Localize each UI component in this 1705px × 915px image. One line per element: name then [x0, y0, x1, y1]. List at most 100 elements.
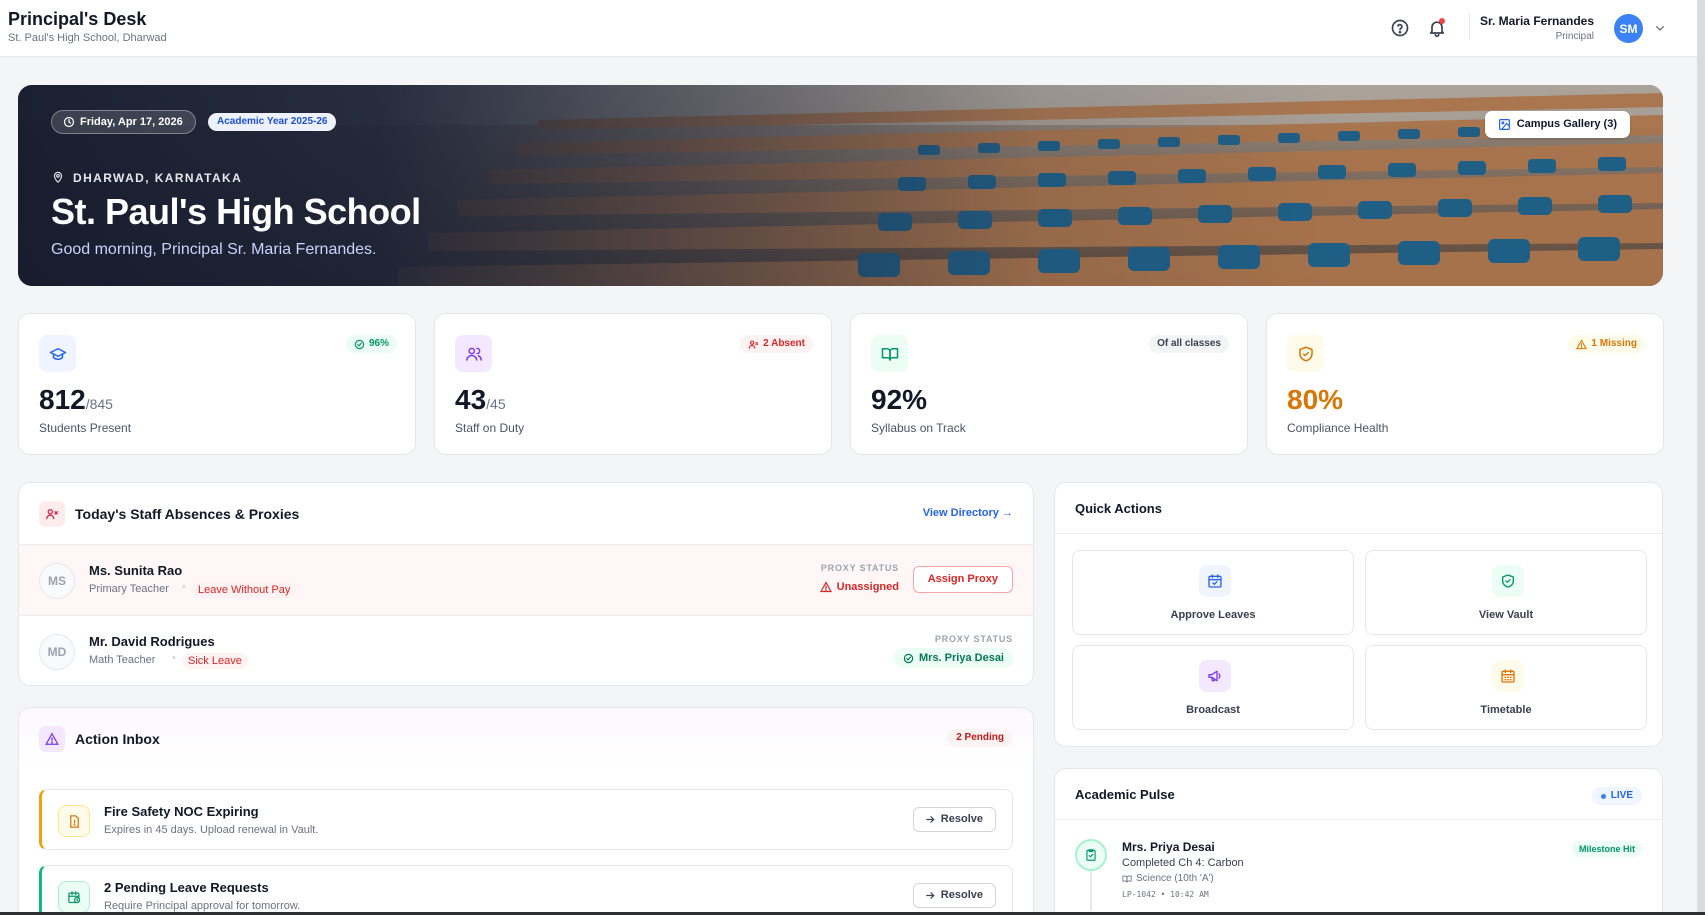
- hero-banner: Friday, Apr 17, 2026 Academic Year 2025-…: [18, 85, 1663, 286]
- kpi-students-present[interactable]: 96% 812/845 Students Present: [18, 313, 416, 455]
- inbox-item-icon-box: [58, 805, 90, 837]
- kpi-compliance-health[interactable]: 1 Missing 80% Compliance Health: [1266, 313, 1664, 455]
- inbox-item-icon-box: [58, 881, 90, 913]
- users-icon: [465, 347, 482, 361]
- clock-icon: [63, 116, 75, 128]
- kpi-label: Students Present: [39, 421, 132, 435]
- staff-name: Ms. Sunita Rao: [89, 563, 183, 578]
- book-open-icon: [1122, 875, 1132, 883]
- milestone-badge: Milestone Hit: [1571, 841, 1642, 857]
- proxy-status: Unassigned: [819, 581, 899, 593]
- kpi-badge-text: Of all classes: [1157, 338, 1221, 349]
- kpi-badge: Of all classes: [1149, 335, 1229, 353]
- arrow-right-icon: [926, 816, 935, 823]
- kpi-badge-text: 96%: [368, 338, 389, 349]
- file-alert-icon: [69, 814, 79, 828]
- leave-type-badge: Leave Without Pay: [192, 582, 297, 598]
- panel-title: Action Inbox: [75, 731, 160, 747]
- quick-action-icon-box: [1492, 660, 1524, 692]
- action-inbox-panel: Action Inbox 2 Pending Fire Safety NOC E…: [18, 707, 1034, 915]
- map-pin-icon: [53, 171, 63, 184]
- school-name: St. Paul's High School: [51, 191, 421, 232]
- chevron-down-icon[interactable]: [1652, 20, 1668, 36]
- app-subtitle: St. Paul's High School, Dharwad: [8, 32, 167, 44]
- pending-count-badge: 2 Pending: [947, 729, 1013, 747]
- academic-pulse-panel: Academic Pulse LIVE Mrs. Priya Desai Com…: [1054, 768, 1663, 915]
- timeline-line: [1090, 871, 1092, 911]
- kpi-total: /45: [486, 396, 506, 412]
- window-edge: [1697, 0, 1705, 915]
- view-directory-label: View Directory: [922, 507, 999, 519]
- quick-action-label: View Vault: [1478, 609, 1534, 621]
- kpi-badge: 1 Missing: [1568, 335, 1645, 353]
- assign-proxy-button[interactable]: Assign Proxy: [912, 566, 1013, 593]
- check-circle-icon: [903, 653, 914, 663]
- date-text: Friday, Apr 17, 2026: [80, 116, 183, 128]
- avatar: MS: [39, 563, 75, 599]
- panel-title: Today's Staff Absences & Proxies: [75, 506, 300, 522]
- quick-action-timetable[interactable]: Timetable: [1365, 645, 1647, 730]
- panel-title: Academic Pulse: [1075, 787, 1175, 802]
- kpi-number: 92%: [871, 384, 928, 415]
- check-circle-icon: [354, 339, 365, 349]
- proxy-name: Mrs. Priya Desai: [919, 652, 1004, 664]
- staff-role: Primary Teacher: [89, 583, 169, 595]
- leave-type-badge: Sick Leave: [182, 653, 248, 669]
- kpi-label: Staff on Duty: [455, 421, 525, 435]
- resolve-button[interactable]: Resolve: [912, 807, 996, 832]
- notification-dot: [1439, 18, 1445, 24]
- avatar[interactable]: SM: [1614, 14, 1643, 43]
- kpi-icon-box: [871, 335, 908, 372]
- calendar-clock-icon: [67, 890, 80, 903]
- resolve-label: Resolve: [940, 889, 983, 901]
- greeting: Good morning, Principal Sr. Maria Fernan…: [51, 241, 377, 258]
- book-open-icon: [881, 347, 898, 361]
- date-pill: Friday, Apr 17, 2026: [51, 110, 196, 134]
- proxy-status-label: PROXY STATUS: [820, 563, 899, 573]
- live-dot: [1600, 793, 1606, 799]
- kpi-label: Compliance Health: [1287, 421, 1389, 435]
- kpi-syllabus-on-track[interactable]: Of all classes 92% Syllabus on Track: [850, 313, 1248, 455]
- quick-action-label: Broadcast: [1186, 704, 1240, 716]
- calendar-grid-icon: [1501, 669, 1515, 683]
- divider: [1055, 819, 1662, 820]
- campus-gallery-button[interactable]: Campus Gallery (3): [1484, 111, 1630, 138]
- arrow-right-icon: →: [1002, 507, 1013, 519]
- kpi-value: 92%: [871, 384, 927, 416]
- kpi-value: 43/45: [455, 384, 506, 416]
- panel-icon-box: [39, 501, 65, 527]
- resolve-button[interactable]: Resolve: [912, 883, 996, 908]
- clipboard-check-icon: [1086, 849, 1096, 861]
- quick-action-icon-box: [1199, 565, 1231, 597]
- separator-dot: •: [172, 652, 176, 664]
- proxy-status-text: Unassigned: [836, 581, 899, 593]
- absence-row[interactable]: MD Mr. David Rodrigues Math Teacher • Si…: [19, 616, 1033, 685]
- proxy-status-label: PROXY STATUS: [934, 634, 1013, 644]
- quick-action-view-vault[interactable]: View Vault: [1365, 550, 1647, 635]
- pulse-entry-icon: [1075, 839, 1107, 871]
- kpi-value: 80%: [1287, 384, 1343, 416]
- absence-row[interactable]: MS Ms. Sunita Rao Primary Teacher • Leav…: [19, 545, 1033, 615]
- inbox-item-title: 2 Pending Leave Requests: [104, 880, 269, 895]
- quick-action-icon-box: [1199, 660, 1231, 692]
- kpi-number: 80%: [1287, 384, 1344, 415]
- resolve-label: Resolve: [940, 813, 983, 825]
- kpi-badge: 96%: [345, 335, 397, 353]
- quick-actions-panel: Quick Actions Approve Leaves View Vault …: [1054, 482, 1663, 747]
- panel-title: Quick Actions: [1075, 501, 1162, 516]
- view-directory-link[interactable]: View Directory →: [923, 507, 1013, 519]
- shield-check-icon: [1502, 574, 1514, 588]
- kpi-icon-box: [39, 335, 76, 372]
- inbox-item[interactable]: Fire Safety NOC Expiring Expires in 45 d…: [39, 789, 1013, 850]
- quick-action-approve-leaves[interactable]: Approve Leaves: [1072, 550, 1354, 635]
- pulse-meta: LP-1042 • 10:42 AM: [1122, 890, 1209, 899]
- kpi-icon-box: [455, 335, 492, 372]
- proxy-assigned-badge: Mrs. Priya Desai: [894, 648, 1013, 668]
- divider: [1055, 533, 1662, 534]
- quick-action-broadcast[interactable]: Broadcast: [1072, 645, 1354, 730]
- kpi-staff-on-duty[interactable]: 2 Absent 43/45 Staff on Duty: [434, 313, 832, 455]
- inbox-item[interactable]: 2 Pending Leave Requests Require Princip…: [39, 865, 1013, 915]
- graduation-cap-icon: [49, 347, 66, 360]
- help-circle-icon[interactable]: [1390, 18, 1410, 38]
- live-badge: LIVE: [1591, 787, 1642, 805]
